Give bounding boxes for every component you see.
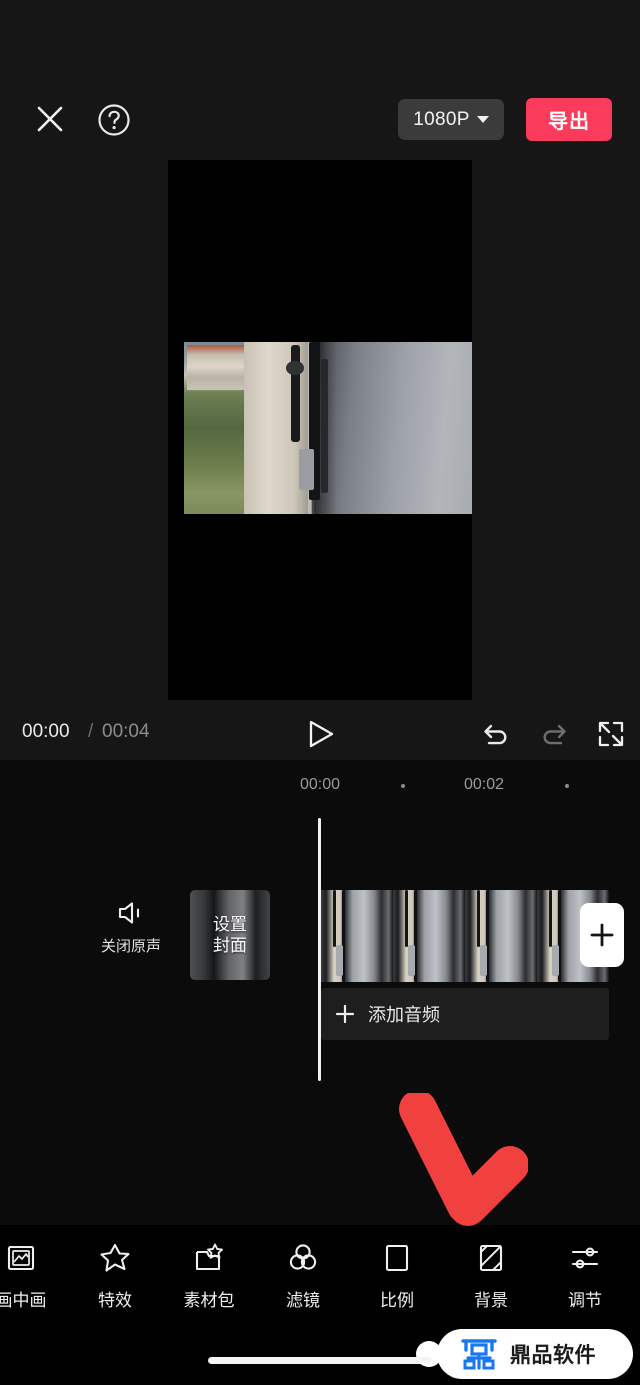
- player-section: 1080P 导出 00:00 / 00:04: [0, 0, 640, 760]
- play-button[interactable]: [300, 713, 342, 755]
- clip-thumbnail[interactable]: [465, 890, 537, 982]
- undo-button[interactable]: [476, 714, 516, 754]
- ruler-label-0: 00:00: [300, 776, 341, 793]
- background-hatched-icon: [474, 1241, 508, 1275]
- ruler-label-2: 00:02: [464, 776, 505, 793]
- filter-circles-icon: [286, 1241, 320, 1275]
- toolbar-item-adjust[interactable]: 调节: [538, 1232, 632, 1332]
- add-clip-button[interactable]: [580, 903, 624, 967]
- add-audio-label: 添加音频: [368, 1005, 440, 1025]
- scene-building: [186, 345, 245, 391]
- toolbar-item-background[interactable]: 背景: [444, 1232, 538, 1332]
- mute-original-audio-button[interactable]: 关闭原声: [100, 900, 162, 970]
- help-button[interactable]: [93, 99, 135, 141]
- picture-in-picture-icon: [4, 1241, 38, 1275]
- scene-handle-upper: [290, 345, 300, 442]
- thumbnail-detail: [552, 945, 559, 977]
- adjust-sliders-icon: [568, 1241, 602, 1275]
- scene-knob: [286, 360, 304, 375]
- set-cover-button[interactable]: 设置 封面: [190, 890, 270, 980]
- current-time: 00:00: [22, 721, 70, 742]
- fullscreen-button[interactable]: [591, 714, 631, 754]
- video-preview-canvas[interactable]: [168, 160, 472, 700]
- watermark-text: 鼎品软件: [510, 1344, 596, 1367]
- bottom-toolbar: 画中画 特效 素材包 滤镜 比例 背景 调节: [0, 1232, 640, 1332]
- redo-button[interactable]: [534, 714, 574, 754]
- thumbnail-image: [321, 890, 393, 982]
- home-indicator[interactable]: [208, 1357, 432, 1364]
- ruler-tick-3: [565, 784, 569, 788]
- chevron-down-icon: [476, 116, 489, 123]
- cover-label-line1: 设置: [213, 914, 247, 934]
- plus-icon: [590, 923, 614, 947]
- thumbnail-detail: [408, 945, 415, 977]
- thumbnail-detail: [336, 945, 343, 977]
- toolbar-item-filter[interactable]: 滤镜: [256, 1232, 350, 1332]
- toolbar-label: 比例: [380, 1291, 414, 1310]
- video-frame-image: [184, 342, 472, 514]
- time-separator: /: [88, 721, 94, 742]
- material-pack-icon: [192, 1241, 226, 1275]
- cover-label: 设置 封面: [213, 914, 247, 957]
- toolbar-label: 特效: [98, 1291, 132, 1310]
- total-time: 00:04: [102, 721, 150, 742]
- toolbar-item-aspect-ratio[interactable]: 比例: [350, 1232, 444, 1332]
- thumbnail-image: [393, 890, 465, 982]
- toolbar-label: 调节: [568, 1291, 602, 1310]
- speaker-mute-icon: [118, 902, 140, 924]
- close-button[interactable]: [30, 99, 70, 139]
- toolbar-label: 滤镜: [286, 1291, 320, 1310]
- resolution-label: 1080P: [413, 108, 470, 130]
- thumbnail-detail: [480, 945, 487, 977]
- thumbnail-image: [465, 890, 537, 982]
- export-label: 导出: [548, 111, 590, 133]
- ruler-tick-1: [401, 784, 405, 788]
- clip-thumbnail[interactable]: [393, 890, 465, 982]
- toolbar-item-material-pack[interactable]: 素材包: [162, 1232, 256, 1332]
- play-triangle-icon: [309, 720, 334, 748]
- toolbar-label: 画中画: [0, 1291, 47, 1310]
- export-button[interactable]: 导出: [526, 98, 612, 141]
- expand-fullscreen-icon: [598, 721, 624, 747]
- undo-arrow-icon: [484, 724, 507, 745]
- watermark: 鼎品软件: [437, 1329, 633, 1379]
- cover-label-line2: 封面: [213, 936, 247, 955]
- video-clip-track[interactable]: [321, 890, 610, 982]
- toolbar-item-picture-in-picture[interactable]: 画中画: [0, 1232, 68, 1332]
- dingpin-logo-icon: [461, 1339, 497, 1370]
- thumbnail-detail: [476, 890, 481, 948]
- plus-icon: [335, 1004, 355, 1024]
- add-audio-track[interactable]: 添加音频: [321, 988, 609, 1040]
- close-icon: [37, 106, 63, 132]
- scene-handle-side: [321, 359, 328, 494]
- thumbnail-detail: [548, 890, 553, 948]
- redo-arrow-icon: [543, 724, 566, 745]
- star-effects-icon: [98, 1241, 132, 1275]
- toolbar-label: 素材包: [183, 1291, 235, 1310]
- aspect-ratio-square-icon: [380, 1241, 414, 1275]
- resolution-selector[interactable]: 1080P: [398, 99, 504, 140]
- toolbar-label: 背景: [474, 1291, 508, 1310]
- toolbar-item-effects[interactable]: 特效: [68, 1232, 162, 1332]
- clip-thumbnail[interactable]: [321, 890, 393, 982]
- thumbnail-detail: [404, 890, 409, 948]
- mute-label: 关闭原声: [100, 938, 161, 955]
- scene-latch: [299, 448, 314, 490]
- question-mark-icon: [98, 104, 130, 136]
- thumbnail-detail: [332, 890, 337, 948]
